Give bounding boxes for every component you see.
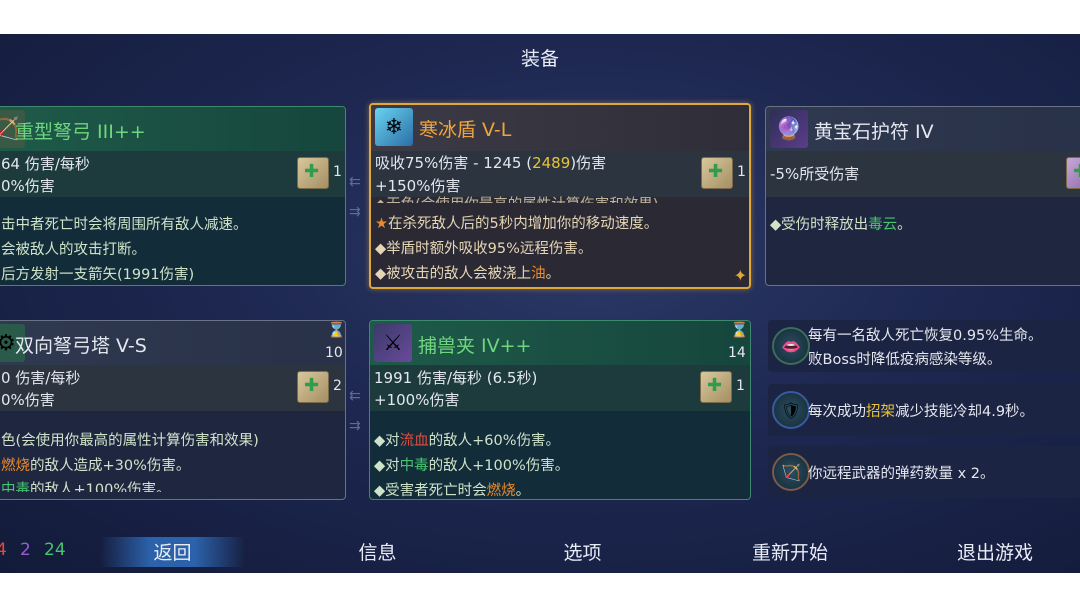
- shield-absorb: 吸收75%伤害 - 1245 (2489)伤害: [375, 154, 607, 172]
- options-button[interactable]: 选项: [540, 538, 625, 565]
- scroll-count-red: 4: [0, 540, 7, 560]
- turret-name: 双向弩弓塔 V-S: [15, 335, 147, 357]
- amulet-resist: -5%所受伤害: [770, 165, 860, 183]
- legendary-corner-icon: ✦: [733, 266, 747, 285]
- shield-scroll-count: 1: [737, 164, 746, 180]
- shield-effect-1: ★在杀死敌人后的5秒内增加你的移动速度。: [375, 216, 659, 232]
- trap-name: 捕兽夹 IV++: [418, 335, 532, 357]
- mutation-parry[interactable]: 🛡 每次成功招架减少技能冷却4.9秒。: [768, 384, 1080, 436]
- mutation-2-text: 每次成功招架减少技能冷却4.9秒。: [808, 404, 1035, 420]
- hourglass-icon: ⌛: [730, 321, 749, 339]
- vampire-mouth-icon: 👄: [772, 327, 810, 365]
- shield-effect-3: ◆被攻击的敌人会被浇上油。: [375, 266, 561, 282]
- trap-effect-1: ◆对中毒的敌人+100%伤害。: [374, 458, 570, 474]
- turret-scroll-count: 2: [333, 378, 342, 394]
- shield-effect-2: ◆举盾时额外吸收95%远程伤害。: [375, 241, 593, 257]
- trap-dps: 1991 伤害/每秒 (6.5秒): [374, 369, 538, 387]
- mutation-ammo[interactable]: 🏹 你远程武器的弹药数量 x 2。: [768, 446, 1080, 498]
- scroll-count-green: 24: [44, 540, 66, 560]
- swap-arrow-icon[interactable]: ⇉: [349, 204, 361, 220]
- mutation-3-text: 你远程武器的弹药数量 x 2。: [808, 466, 995, 482]
- swap-arrow-icon[interactable]: ⇇: [349, 388, 361, 404]
- scroll-icon: [700, 371, 732, 403]
- amulet-header: 🔮 黄宝石护符 IV: [766, 107, 1080, 151]
- trap-header: ⚔ 捕兽夹 IV++ ⌛ 14: [370, 321, 750, 365]
- mutation-1-line-2: 败Boss时降低疫病感染等级。: [808, 352, 1002, 368]
- bear-trap-slot[interactable]: ⚔ 捕兽夹 IV++ ⌛ 14 1991 伤害/每秒 (6.5秒) +100%伤…: [369, 320, 751, 500]
- crossbow-name: 重型弩弓 III++: [15, 121, 146, 143]
- crossbow-header: 🏹 重型弩弓 III++: [0, 107, 345, 151]
- bear-trap-icon: ⚔: [374, 324, 412, 362]
- turret-header: ⚙ 双向弩弓塔 V-S ⌛ 10: [0, 321, 345, 365]
- scroll-count-purple: 2: [20, 540, 31, 560]
- bottom-menu: 4 2 24 返回 信息 选项 重新开始 退出游戏: [0, 532, 1080, 572]
- swap-arrow-icon[interactable]: ⇉: [349, 418, 361, 434]
- screen-title: 装备: [520, 48, 559, 70]
- ice-shield-slot[interactable]: ❄ 寒冰盾 V-L 吸收75%伤害 - 1245 (2489)伤害 +150%伤…: [369, 103, 751, 289]
- ammo-icon: 🏹: [772, 453, 810, 491]
- scroll-icon: [297, 157, 329, 189]
- trap-scroll-count: 1: [736, 378, 745, 394]
- trap-effect-0: ◆对流血的敌人+60%伤害。: [374, 433, 561, 449]
- quit-button[interactable]: 退出游戏: [935, 538, 1055, 565]
- turret-cooldown: 10: [325, 345, 343, 361]
- crossbow-stats: 64 伤害/每秒 0%伤害 1: [0, 151, 345, 197]
- restart-button[interactable]: 重新开始: [730, 538, 850, 565]
- turret-slot[interactable]: ⚙ 双向弩弓塔 V-S ⌛ 10 0 伤害/每秒 0%伤害 2 色(会使用你最高…: [0, 320, 346, 500]
- trap-cooldown: 14: [728, 345, 746, 361]
- shield-stats: 吸收75%伤害 - 1245 (2489)伤害 +150%伤害 1: [371, 151, 749, 197]
- amulet-name: 黄宝石护符 IV: [814, 121, 934, 143]
- crossbow-slot[interactable]: 🏹 重型弩弓 III++ 64 伤害/每秒 0%伤害 1 击中者死亡时会将周围所…: [0, 106, 346, 286]
- shield-effect-0: ◆无色(会使用你最高的属性计算伤害和效果): [375, 193, 658, 203]
- back-button[interactable]: 返回: [130, 538, 215, 565]
- crossbow-effect-1: 击中者死亡时会将周围所有敌人减速。: [1, 217, 248, 233]
- crossbow-scroll-count: 1: [333, 164, 342, 180]
- crossbow-dps: 64 伤害/每秒: [1, 155, 90, 173]
- trap-damage: +100%伤害: [374, 391, 460, 409]
- turret-dps: 0 伤害/每秒: [1, 369, 81, 387]
- turret-damage: 0%伤害: [1, 391, 55, 409]
- scroll-icon: [701, 157, 733, 189]
- hourglass-icon: ⌛: [327, 321, 346, 339]
- shield-name: 寒冰盾 V-L: [419, 119, 512, 141]
- crossbow-effect-2: 会被敌人的攻击打断。: [1, 242, 146, 258]
- inventory-screen: 装备 🏹 重型弩弓 III++ 64 伤害/每秒 0%伤害 1 击中者死亡时会将…: [0, 34, 1080, 573]
- shield-header: ❄ 寒冰盾 V-L: [371, 105, 749, 151]
- swap-arrow-icon[interactable]: ⇇: [349, 174, 361, 190]
- turret-effect-1: 燃烧的敌人造成+30%伤害。: [1, 458, 191, 474]
- parry-shield-icon: 🛡: [772, 391, 810, 429]
- amulet-icon: 🔮: [770, 110, 808, 148]
- crossbow-effect-3: 后方发射一支箭矢(1991伤害): [1, 267, 195, 283]
- mutation-vampirism[interactable]: 👄 每有一名敌人死亡恢复0.95%生命。 败Boss时降低疫病感染等级。: [768, 320, 1080, 372]
- star-icon: ★: [375, 216, 388, 232]
- ice-shield-icon: ❄: [375, 108, 413, 146]
- turret-effect-0: 色(会使用你最高的属性计算伤害和效果): [1, 433, 259, 449]
- trap-effect-2: ◆受害者死亡时会燃烧。: [374, 483, 531, 499]
- amulet-slot[interactable]: 🔮 黄宝石护符 IV -5%所受伤害 ◆受伤时释放出毒云。: [765, 106, 1080, 286]
- scroll-icon: [297, 371, 329, 403]
- amulet-effect-0: ◆受伤时释放出毒云。: [770, 217, 912, 233]
- turret-stats: 0 伤害/每秒 0%伤害 2: [0, 365, 345, 411]
- turret-effect-2: 中毒的敌人+100%伤害。: [1, 482, 171, 492]
- trap-stats: 1991 伤害/每秒 (6.5秒) +100%伤害 1: [370, 365, 750, 411]
- amulet-stats: -5%所受伤害: [766, 151, 1080, 197]
- mutation-1-line-1: 每有一名敌人死亡恢复0.95%生命。: [808, 328, 1043, 344]
- info-button[interactable]: 信息: [335, 538, 420, 565]
- crossbow-damage: 0%伤害: [1, 177, 55, 195]
- scroll-icon: [1066, 157, 1080, 189]
